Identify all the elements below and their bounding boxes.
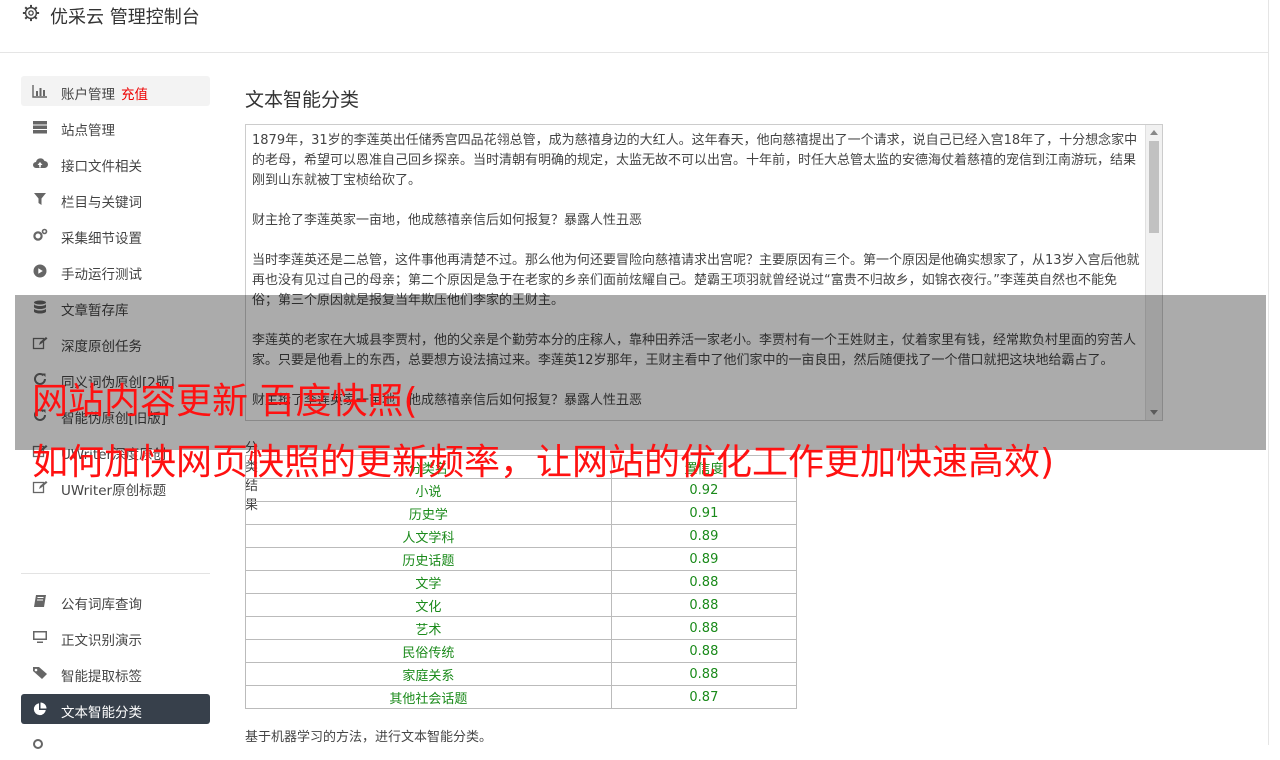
sidebar-item-label: 栏目与关键词 [61,195,142,211]
server-icon [33,121,47,134]
search-icon [33,739,43,749]
sidebar-item-label: 手动运行测试 [61,267,142,283]
text-paragraph: 财主抢了李莲英家一亩地，他成慈禧亲信后如何报复？暴露人性丑恶 [252,213,643,228]
confidence-cell: 0.88 [610,593,798,617]
sidebar-item-partial[interactable] [21,730,210,760]
page-title: 文本智能分类 [245,89,360,111]
sidebar-item-label: 接口文件相关 [61,159,142,175]
sidebar-item-label: 公有词库查询 [61,597,142,613]
play-circle-icon [33,264,47,278]
confidence-cell: 0.88 [610,639,798,663]
sidebar-item-sites[interactable]: 站点管理 [21,112,210,142]
sidebar-item-columns-keywords[interactable]: 栏目与关键词 [21,184,210,214]
category-cell: 历史学 [245,501,612,525]
confidence-cell: 0.89 [610,524,798,548]
scrollbar-thumb[interactable] [1149,141,1159,233]
overlay-headline-line1: 网站内容更新 百度快照( [32,381,418,422]
top-bar: 优采云 管理控制台 [0,0,1268,53]
table-row: 历史学 0.91 [245,501,798,525]
sidebar-item-account[interactable]: 账户管理 充值 [21,76,210,106]
text-paragraph: 1879年，31岁的李莲英出任储秀宫四品花翎总管，成为慈禧身边的大红人。这年春天… [252,133,1138,188]
category-cell: 艺术 [245,616,612,640]
category-cell: 其他社会话题 [245,685,612,709]
sidebar-item-body-recognition[interactable]: 正文识别演示 [21,622,210,652]
sidebar-divider [21,573,210,574]
category-cell: 人文学科 [245,524,612,548]
table-row: 文学 0.88 [245,570,798,594]
monitor-icon [33,631,47,643]
bar-chart-icon [32,85,47,98]
sidebar-item-label: 账户管理 [61,87,115,103]
classification-table: 分类名 置信度 小说 0.92 历史学 0.91 人文学科 0.89 历史话题 0.89… [245,455,798,709]
sidebar-item-tag-extract[interactable]: 智能提取标签 [21,658,210,688]
sidebar-item-manual-test[interactable]: 手动运行测试 [21,256,210,286]
confidence-cell: 0.88 [610,662,798,686]
sidebar-item-collect-settings[interactable]: 采集细节设置 [21,220,210,250]
category-cell: 文化 [245,593,612,617]
sidebar-item-label: 智能提取标签 [61,669,142,685]
category-cell: 历史话题 [245,547,612,571]
category-cell: 家庭关系 [245,662,612,686]
book-icon [34,595,46,607]
gear-icon [22,4,40,22]
overlay-banner [15,295,1266,450]
confidence-cell: 0.88 [610,616,798,640]
sidebar-item-label: 站点管理 [61,123,115,139]
filter-icon [34,193,46,205]
confidence-cell: 0.87 [610,685,798,709]
recharge-link[interactable]: 充值 [121,87,148,103]
sidebar-item-label: 正文识别演示 [61,633,142,649]
category-cell: 民俗传统 [245,639,612,663]
table-row: 历史话题 0.89 [245,547,798,571]
table-row: 艺术 0.88 [245,616,798,640]
table-row: 家庭关系 0.88 [245,662,798,686]
app-title: 优采云 管理控制台 [50,7,200,28]
table-row: 其他社会话题 0.87 [245,685,798,709]
sidebar-item-label: 文本智能分类 [61,705,142,721]
sidebar-item-label: 采集细节设置 [61,231,142,247]
cloud-upload-icon [33,158,48,168]
sidebar-item-interface-files[interactable]: 接口文件相关 [21,148,210,178]
confidence-cell: 0.89 [610,547,798,571]
scroll-up-icon[interactable] [1150,130,1158,135]
confidence-cell: 0.91 [610,501,798,525]
gears-icon [33,228,48,241]
overlay-headline-line2: 如何加快网页快照的更新频率，让网站的优化工作更加快速高效) [32,442,1055,483]
pie-chart-icon [33,702,47,716]
page-border [1268,0,1269,745]
table-row: 文化 0.88 [245,593,798,617]
category-cell: 文学 [245,570,612,594]
sidebar-item-public-lexicon[interactable]: 公有词库查询 [21,586,210,616]
sidebar-item-text-classify[interactable]: 文本智能分类 [21,694,210,724]
tag-icon [33,667,47,679]
classification-description: 基于机器学习的方法，进行文本智能分类。 [245,730,493,745]
confidence-cell: 0.88 [610,570,798,594]
table-row: 人文学科 0.89 [245,524,798,548]
table-row: 民俗传统 0.88 [245,639,798,663]
